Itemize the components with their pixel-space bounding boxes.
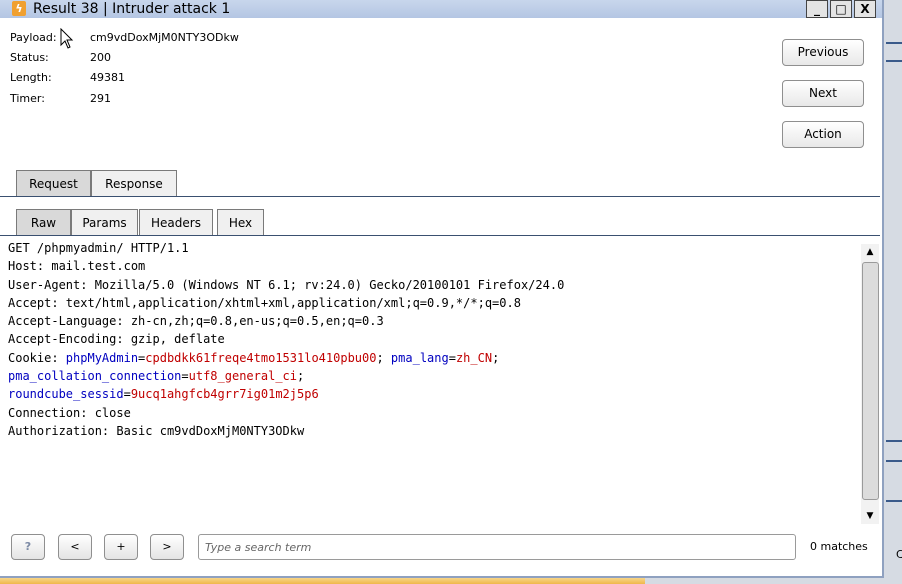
minimize-button[interactable]: _ bbox=[806, 0, 828, 18]
accept-header: Accept: text/html,application/xhtml+xml,… bbox=[8, 295, 521, 310]
maximize-button[interactable]: □ bbox=[830, 0, 852, 18]
payload-value: cm9vdDoxMjM0NTY3ODkw bbox=[90, 31, 239, 44]
cookie-value: zh_CN bbox=[455, 350, 493, 365]
burp-app-icon: ϟ bbox=[12, 1, 26, 16]
cookie-header-continued: roundcube_sessid=9ucq1ahgfcb4grr7ig01m2j… bbox=[8, 387, 319, 402]
result-window: ϟ Result 38 | Intruder attack 1 _ □ X Pa… bbox=[0, 0, 884, 578]
taskbar-strip bbox=[0, 578, 645, 584]
previous-button[interactable]: Previous bbox=[782, 39, 864, 66]
next-button[interactable]: Next bbox=[782, 80, 864, 107]
cookie-header-continued: pma_collation_connection=utf8_general_ci… bbox=[8, 369, 305, 384]
search-next-button[interactable]: > bbox=[150, 534, 184, 560]
raw-request-editor[interactable]: GET /phpmyadmin/ HTTP/1.1 Host: mail.tes… bbox=[4, 239, 861, 521]
length-label: Length: bbox=[10, 71, 52, 84]
tab-separator bbox=[0, 196, 880, 197]
length-value: 49381 bbox=[90, 71, 125, 84]
match-count: 0 matches bbox=[810, 540, 868, 553]
user-agent-header: User-Agent: Mozilla/5.0 (Windows NT 6.1;… bbox=[8, 277, 565, 292]
help-button[interactable]: ? bbox=[11, 534, 45, 560]
tab-response[interactable]: Response bbox=[91, 170, 177, 197]
cookie-value: cpdbdkk61freqe4tmo1531lo410pbu00 bbox=[145, 350, 377, 365]
action-button[interactable]: Action bbox=[782, 121, 864, 148]
search-previous-button[interactable]: < bbox=[58, 534, 92, 560]
title-bar[interactable]: ϟ Result 38 | Intruder attack 1 _ □ X bbox=[0, 0, 882, 18]
mouse-cursor-icon bbox=[60, 28, 74, 49]
status-label: Status: bbox=[10, 51, 49, 64]
timer-value: 291 bbox=[90, 92, 111, 105]
tab-headers[interactable]: Headers bbox=[139, 209, 213, 236]
cookie-name: pma_collation_connection bbox=[8, 369, 182, 384]
search-input[interactable] bbox=[198, 534, 796, 560]
tab-params[interactable]: Params bbox=[71, 209, 138, 236]
tab-hex[interactable]: Hex bbox=[217, 209, 264, 236]
cookie-header: Cookie: phpMyAdmin=cpdbdkk61freqe4tmo153… bbox=[8, 350, 500, 365]
scroll-up-arrow-icon[interactable]: ▲ bbox=[862, 244, 878, 260]
cookie-name: phpMyAdmin bbox=[65, 350, 139, 365]
payload-label: Payload: bbox=[10, 31, 57, 44]
subtab-separator bbox=[0, 235, 880, 236]
cookie-prefix: Cookie: bbox=[8, 350, 66, 365]
search-add-button[interactable]: + bbox=[104, 534, 138, 560]
scroll-down-arrow-icon[interactable]: ▼ bbox=[862, 508, 878, 524]
status-value: 200 bbox=[90, 51, 111, 64]
cookie-name: pma_lang bbox=[390, 350, 449, 365]
accept-language-header: Accept-Language: zh-cn,zh;q=0.8,en-us;q=… bbox=[8, 314, 384, 329]
close-button[interactable]: X bbox=[854, 0, 876, 18]
tab-request[interactable]: Request bbox=[16, 170, 91, 197]
background-text-fragment: C bbox=[896, 548, 902, 561]
cookie-name: roundcube_sessid bbox=[8, 387, 124, 402]
request-line: GET /phpmyadmin/ HTTP/1.1 bbox=[8, 241, 189, 255]
authorization-header: Authorization: Basic cm9vdDoxMjM0NTY3ODk… bbox=[8, 423, 305, 438]
tab-raw[interactable]: Raw bbox=[16, 209, 71, 236]
editor-scrollbar[interactable]: ▲ ▼ bbox=[861, 244, 879, 524]
cookie-value: 9ucq1ahgfcb4grr7ig01m2j5p6 bbox=[130, 387, 319, 402]
host-header: Host: mail.test.com bbox=[8, 259, 146, 274]
connection-header: Connection: close bbox=[8, 405, 131, 420]
timer-label: Timer: bbox=[10, 92, 45, 105]
scrollbar-thumb[interactable] bbox=[862, 262, 879, 500]
cookie-value: utf8_general_ci bbox=[188, 369, 297, 384]
accept-encoding-header: Accept-Encoding: gzip, deflate bbox=[8, 332, 225, 347]
window-title: Result 38 | Intruder attack 1 bbox=[33, 1, 231, 17]
